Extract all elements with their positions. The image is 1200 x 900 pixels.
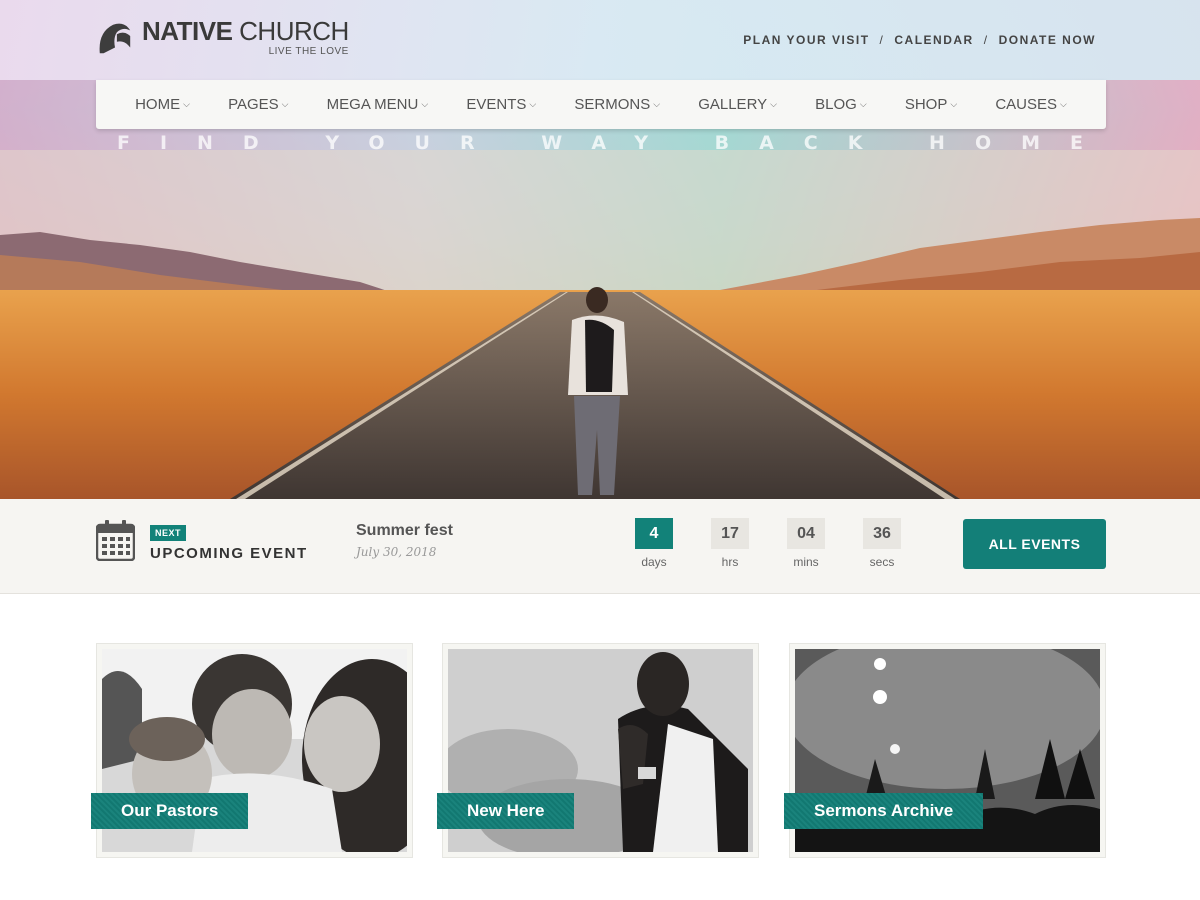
nav-item-label: SHOP xyxy=(904,96,948,113)
nav-item-gallery[interactable]: GALLERY ⌵ xyxy=(698,96,777,113)
countdown-seconds: 36 secs xyxy=(863,518,901,569)
chevron-down-icon: ⌵ xyxy=(653,99,661,109)
nav-item-label: PAGES xyxy=(228,96,279,113)
link-separator: / xyxy=(983,33,989,47)
top-header: NATIVE CHURCH LIVE THE LOVE PLAN YOUR VI… xyxy=(0,0,1200,80)
card-label[interactable]: Sermons Archive xyxy=(784,793,984,829)
nav-item-label: SERMONS xyxy=(574,96,651,113)
chevron-down-icon: ⌵ xyxy=(1060,99,1067,109)
chevron-down-icon: ⌵ xyxy=(421,99,429,109)
chevron-down-icon: ⌵ xyxy=(281,99,289,109)
nav-item-pages[interactable]: PAGES ⌵ xyxy=(228,96,288,113)
nav-item-shop[interactable]: SHOP ⌵ xyxy=(905,96,957,113)
logo-name-bold: NATIVE xyxy=(142,16,233,46)
calendar-link[interactable]: CALENDAR xyxy=(894,33,973,47)
nav-item-label: MEGA MENU xyxy=(326,96,419,113)
logo-tagline: LIVE THE LOVE xyxy=(268,46,349,57)
card-our-pastors[interactable]: Our Pastors xyxy=(91,643,413,858)
next-badge: NEXT xyxy=(150,525,187,541)
plan-your-visit-link[interactable]: PLAN YOUR VISIT xyxy=(743,33,869,47)
nav-item-label: CAUSES xyxy=(995,96,1058,113)
countdown-label: secs xyxy=(869,555,895,569)
church-logo-icon xyxy=(99,23,131,53)
card-sermons-archive[interactable]: Sermons Archive xyxy=(784,643,1106,858)
link-separator: / xyxy=(879,33,885,47)
countdown-hours: 17 hrs xyxy=(711,518,749,569)
chevron-down-icon: ⌵ xyxy=(770,99,777,109)
logo-title: NATIVE CHURCH xyxy=(142,18,349,44)
top-links: PLAN YOUR VISIT / CALENDAR / DONATE NOW xyxy=(743,33,1096,47)
event-date: July 30, 2018 xyxy=(356,545,437,559)
countdown-days: 4 days xyxy=(635,518,673,569)
chevron-down-icon: ⌵ xyxy=(859,99,867,109)
nav-item-sermons[interactable]: SERMONS ⌵ xyxy=(574,96,660,113)
countdown-minutes: 04 mins xyxy=(787,518,825,569)
nav-item-label: GALLERY xyxy=(698,96,768,113)
chevron-down-icon: ⌵ xyxy=(950,99,958,109)
card-label[interactable]: Our Pastors xyxy=(91,793,249,829)
nav-item-blog[interactable]: BLOG ⌵ xyxy=(815,96,867,113)
nav-item-home[interactable]: HOME ⌵ xyxy=(135,96,190,113)
donate-now-link[interactable]: DONATE NOW xyxy=(999,33,1096,47)
hero-tagline: FIND YOUR WAY BACK HOME xyxy=(116,132,1113,154)
card-label[interactable]: New Here xyxy=(437,793,575,829)
nav-item-mega-menu[interactable]: MEGA MENU ⌵ xyxy=(327,96,429,113)
countdown-value: 36 xyxy=(863,518,901,549)
countdown-value: 4 xyxy=(635,518,673,549)
countdown-label: hrs xyxy=(721,555,739,569)
main-nav: HOME ⌵ PAGES ⌵ MEGA MENU ⌵ EVENTS ⌵ SERMONS ⌵… xyxy=(96,80,1106,129)
nav-item-label: EVENTS xyxy=(466,96,527,113)
nav-item-label: BLOG xyxy=(815,96,857,113)
countdown-label: days xyxy=(641,555,667,569)
all-events-button[interactable]: ALL EVENTS xyxy=(963,519,1106,569)
countdown-label: mins xyxy=(793,555,819,569)
upcoming-event-heading: UPCOMING EVENT xyxy=(150,545,308,562)
chevron-down-icon: ⌵ xyxy=(183,99,190,109)
nav-item-label: HOME xyxy=(135,96,181,113)
nav-item-events[interactable]: EVENTS ⌵ xyxy=(466,96,536,113)
countdown-value: 04 xyxy=(787,518,825,549)
calendar-icon xyxy=(96,520,135,561)
countdown-value: 17 xyxy=(711,518,749,549)
event-name[interactable]: Summer fest xyxy=(356,522,453,540)
card-new-here[interactable]: New Here xyxy=(437,643,759,858)
logo-name-light: CHURCH xyxy=(239,16,349,46)
nav-item-causes[interactable]: CAUSES ⌵ xyxy=(995,96,1067,113)
site-logo[interactable]: NATIVE CHURCH LIVE THE LOVE xyxy=(96,18,349,57)
chevron-down-icon: ⌵ xyxy=(529,99,537,109)
